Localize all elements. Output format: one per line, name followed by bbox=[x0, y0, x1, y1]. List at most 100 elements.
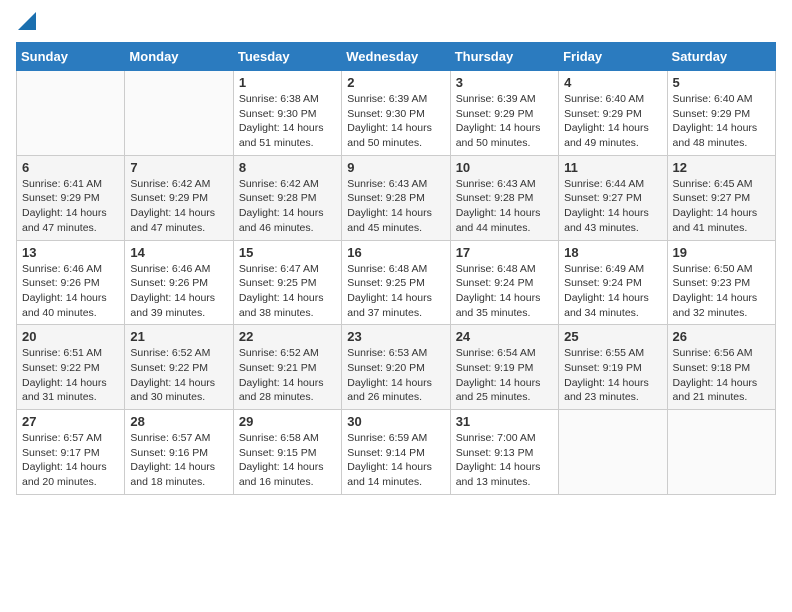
day-info-text: Sunset: 9:16 PM bbox=[130, 446, 227, 461]
day-info-text: Daylight: 14 hours and 21 minutes. bbox=[673, 376, 770, 405]
day-info-text: Sunset: 9:28 PM bbox=[456, 191, 553, 206]
day-info-text: Sunrise: 6:42 AM bbox=[239, 177, 336, 192]
day-info-text: Sunset: 9:14 PM bbox=[347, 446, 444, 461]
day-info-text: Sunset: 9:24 PM bbox=[456, 276, 553, 291]
day-number: 16 bbox=[347, 245, 444, 260]
day-info-text: Sunset: 9:29 PM bbox=[456, 107, 553, 122]
day-number: 29 bbox=[239, 414, 336, 429]
weekday-header-saturday: Saturday bbox=[667, 43, 775, 71]
day-number: 9 bbox=[347, 160, 444, 175]
day-number: 14 bbox=[130, 245, 227, 260]
day-info-text: Sunrise: 6:48 AM bbox=[456, 262, 553, 277]
day-info-text: Daylight: 14 hours and 47 minutes. bbox=[130, 206, 227, 235]
day-info-text: Sunrise: 6:41 AM bbox=[22, 177, 119, 192]
calendar-week-row: 6Sunrise: 6:41 AMSunset: 9:29 PMDaylight… bbox=[17, 155, 776, 240]
day-info-text: Sunset: 9:27 PM bbox=[564, 191, 661, 206]
day-info-text: Sunset: 9:25 PM bbox=[347, 276, 444, 291]
calendar-cell: 9Sunrise: 6:43 AMSunset: 9:28 PMDaylight… bbox=[342, 155, 450, 240]
day-info-text: Sunrise: 6:52 AM bbox=[239, 346, 336, 361]
calendar-cell bbox=[559, 410, 667, 495]
calendar-cell: 16Sunrise: 6:48 AMSunset: 9:25 PMDayligh… bbox=[342, 240, 450, 325]
day-info-text: Sunrise: 6:43 AM bbox=[456, 177, 553, 192]
day-info-text: Sunset: 9:29 PM bbox=[673, 107, 770, 122]
day-info-text: Daylight: 14 hours and 48 minutes. bbox=[673, 121, 770, 150]
calendar-cell: 28Sunrise: 6:57 AMSunset: 9:16 PMDayligh… bbox=[125, 410, 233, 495]
day-number: 3 bbox=[456, 75, 553, 90]
day-number: 19 bbox=[673, 245, 770, 260]
day-info-text: Sunset: 9:18 PM bbox=[673, 361, 770, 376]
weekday-header-thursday: Thursday bbox=[450, 43, 558, 71]
day-number: 18 bbox=[564, 245, 661, 260]
day-number: 11 bbox=[564, 160, 661, 175]
calendar-cell bbox=[667, 410, 775, 495]
weekday-header-friday: Friday bbox=[559, 43, 667, 71]
day-number: 23 bbox=[347, 329, 444, 344]
day-info-text: Daylight: 14 hours and 25 minutes. bbox=[456, 376, 553, 405]
day-number: 2 bbox=[347, 75, 444, 90]
day-info-text: Sunrise: 6:46 AM bbox=[22, 262, 119, 277]
day-info-text: Sunrise: 6:50 AM bbox=[673, 262, 770, 277]
day-info-text: Sunrise: 6:39 AM bbox=[347, 92, 444, 107]
day-number: 6 bbox=[22, 160, 119, 175]
day-info-text: Sunset: 9:28 PM bbox=[239, 191, 336, 206]
day-info-text: Daylight: 14 hours and 31 minutes. bbox=[22, 376, 119, 405]
calendar-cell: 1Sunrise: 6:38 AMSunset: 9:30 PMDaylight… bbox=[233, 71, 341, 156]
day-info-text: Sunrise: 6:40 AM bbox=[673, 92, 770, 107]
day-info-text: Sunset: 9:21 PM bbox=[239, 361, 336, 376]
calendar-cell: 13Sunrise: 6:46 AMSunset: 9:26 PMDayligh… bbox=[17, 240, 125, 325]
day-info-text: Sunrise: 6:39 AM bbox=[456, 92, 553, 107]
calendar-cell: 26Sunrise: 6:56 AMSunset: 9:18 PMDayligh… bbox=[667, 325, 775, 410]
day-info-text: Sunset: 9:29 PM bbox=[130, 191, 227, 206]
calendar-cell: 21Sunrise: 6:52 AMSunset: 9:22 PMDayligh… bbox=[125, 325, 233, 410]
day-info-text: Sunset: 9:15 PM bbox=[239, 446, 336, 461]
day-info-text: Daylight: 14 hours and 16 minutes. bbox=[239, 460, 336, 489]
day-number: 26 bbox=[673, 329, 770, 344]
calendar-cell: 5 Sunrise: 6:40 AMSunset: 9:29 PMDaylight… bbox=[667, 71, 775, 156]
weekday-header-tuesday: Tuesday bbox=[233, 43, 341, 71]
day-info-text: Daylight: 14 hours and 34 minutes. bbox=[564, 291, 661, 320]
day-number: 25 bbox=[564, 329, 661, 344]
day-info-text: Sunset: 9:28 PM bbox=[347, 191, 444, 206]
calendar-cell: 10Sunrise: 6:43 AMSunset: 9:28 PMDayligh… bbox=[450, 155, 558, 240]
day-number: 5 bbox=[673, 75, 770, 90]
day-number: 7 bbox=[130, 160, 227, 175]
day-info-text: Sunset: 9:30 PM bbox=[347, 107, 444, 122]
day-info-text: Daylight: 14 hours and 23 minutes. bbox=[564, 376, 661, 405]
day-info-text: Sunset: 9:27 PM bbox=[673, 191, 770, 206]
day-number: 22 bbox=[239, 329, 336, 344]
calendar-cell: 24Sunrise: 6:54 AMSunset: 9:19 PMDayligh… bbox=[450, 325, 558, 410]
day-info-text: Sunset: 9:24 PM bbox=[564, 276, 661, 291]
day-info-text: Sunrise: 6:58 AM bbox=[239, 431, 336, 446]
calendar-cell: 12Sunrise: 6:45 AMSunset: 9:27 PMDayligh… bbox=[667, 155, 775, 240]
weekday-header-sunday: Sunday bbox=[17, 43, 125, 71]
page-header bbox=[16, 16, 776, 30]
day-number: 21 bbox=[130, 329, 227, 344]
day-info-text: Sunrise: 6:46 AM bbox=[130, 262, 227, 277]
day-info-text: Sunrise: 6:44 AM bbox=[564, 177, 661, 192]
day-info-text: Sunrise: 6:53 AM bbox=[347, 346, 444, 361]
day-info-text: Daylight: 14 hours and 20 minutes. bbox=[22, 460, 119, 489]
day-info-text: Daylight: 14 hours and 39 minutes. bbox=[130, 291, 227, 320]
calendar-week-row: 1Sunrise: 6:38 AMSunset: 9:30 PMDaylight… bbox=[17, 71, 776, 156]
day-info-text: Daylight: 14 hours and 50 minutes. bbox=[456, 121, 553, 150]
day-number: 30 bbox=[347, 414, 444, 429]
calendar-week-row: 27Sunrise: 6:57 AMSunset: 9:17 PMDayligh… bbox=[17, 410, 776, 495]
day-number: 27 bbox=[22, 414, 119, 429]
calendar-cell: 14Sunrise: 6:46 AMSunset: 9:26 PMDayligh… bbox=[125, 240, 233, 325]
day-info-text: Daylight: 14 hours and 18 minutes. bbox=[130, 460, 227, 489]
day-number: 4 bbox=[564, 75, 661, 90]
day-info-text: Daylight: 14 hours and 28 minutes. bbox=[239, 376, 336, 405]
day-info-text: Sunrise: 6:57 AM bbox=[22, 431, 119, 446]
day-info-text: Sunrise: 6:55 AM bbox=[564, 346, 661, 361]
calendar-cell: 20Sunrise: 6:51 AMSunset: 9:22 PMDayligh… bbox=[17, 325, 125, 410]
day-info-text: Daylight: 14 hours and 51 minutes. bbox=[239, 121, 336, 150]
day-info-text: Daylight: 14 hours and 41 minutes. bbox=[673, 206, 770, 235]
calendar-cell: 19Sunrise: 6:50 AMSunset: 9:23 PMDayligh… bbox=[667, 240, 775, 325]
calendar-cell: 4Sunrise: 6:40 AMSunset: 9:29 PMDaylight… bbox=[559, 71, 667, 156]
day-info-text: Sunset: 9:13 PM bbox=[456, 446, 553, 461]
day-info-text: Sunset: 9:22 PM bbox=[130, 361, 227, 376]
day-number: 12 bbox=[673, 160, 770, 175]
day-info-text: Daylight: 14 hours and 14 minutes. bbox=[347, 460, 444, 489]
weekday-header-wednesday: Wednesday bbox=[342, 43, 450, 71]
day-number: 17 bbox=[456, 245, 553, 260]
